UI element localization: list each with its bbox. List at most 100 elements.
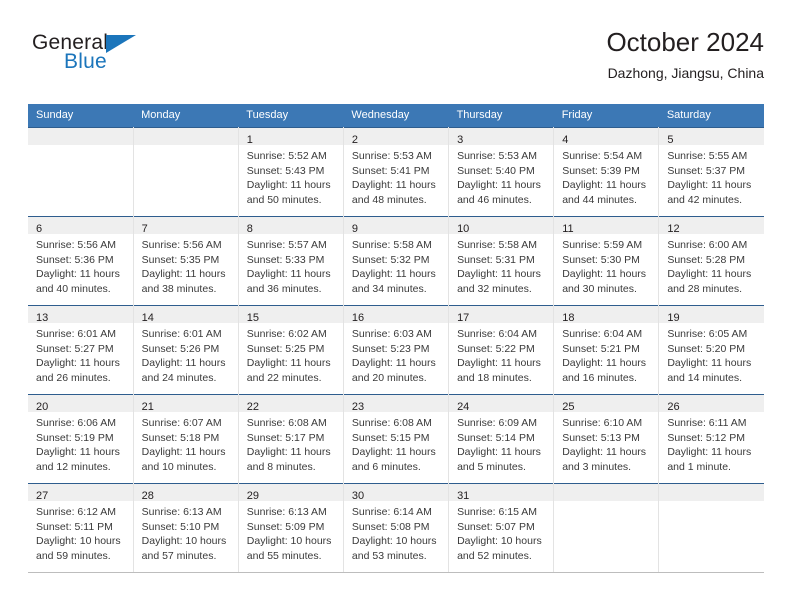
day-number: 28 (141, 490, 154, 502)
sunset-text: Sunset: 5:40 PM (457, 164, 535, 177)
sunset-text: Sunset: 5:07 PM (457, 520, 535, 533)
day-number: 5 (667, 134, 674, 146)
calendar-day-cell[interactable]: 25 Sunrise: 6:10 AM Sunset: 5:13 PM Dayligh… (553, 394, 660, 484)
sunrise-text: Sunrise: 5:53 AM (457, 150, 538, 162)
calendar-day-cell[interactable]: 7 Sunrise: 5:56 AM Sunset: 5:35 PM Daylight… (133, 216, 239, 306)
daylight-text-line1: Daylight: 11 hours (36, 268, 120, 281)
calendar-day-cell[interactable]: 3 Sunrise: 5:53 AM Sunset: 5:40 PM Daylight… (448, 127, 555, 217)
daylight-text-line1: Daylight: 10 hours (36, 535, 121, 548)
daylight-text-line1: Daylight: 11 hours (457, 446, 541, 459)
calendar-page: General Blue October 2024 Dazhong, Jiang… (0, 0, 792, 612)
day-number: 18 (562, 312, 575, 324)
sunrise-text: Sunrise: 6:05 AM (667, 328, 748, 340)
sunset-text: Sunset: 5:14 PM (457, 431, 535, 444)
sunset-text: Sunset: 5:30 PM (562, 253, 640, 266)
calendar-day-cell[interactable]: 22 Sunrise: 6:08 AM Sunset: 5:17 PM Dayligh… (238, 394, 344, 484)
calendar-day-cell[interactable]: 18 Sunrise: 6:04 AM Sunset: 5:21 PM Dayligh… (553, 305, 660, 395)
calendar-day-cell[interactable]: 12 Sunrise: 6:00 AM Sunset: 5:28 PM Dayligh… (658, 216, 764, 306)
calendar-day-cell[interactable]: 4 Sunrise: 5:54 AM Sunset: 5:39 PM Daylight… (553, 127, 660, 217)
sunrise-text: Sunrise: 6:12 AM (36, 506, 116, 518)
sunset-text: Sunset: 5:23 PM (351, 342, 430, 355)
day-number-band: 13 (28, 306, 133, 324)
calendar-day-cell[interactable]: 13 Sunrise: 6:01 AM Sunset: 5:27 PM Dayligh… (28, 305, 134, 395)
day-number: 22 (246, 401, 260, 413)
calendar-day-cell[interactable]: 10 Sunrise: 5:58 AM Sunset: 5:31 PM Dayligh… (448, 216, 555, 306)
sunset-text: Sunset: 5:33 PM (246, 253, 325, 266)
calendar-day-cell[interactable]: 17 Sunrise: 6:04 AM Sunset: 5:22 PM Dayligh… (448, 305, 555, 395)
sunrise-text: Sunrise: 6:04 AM (457, 328, 538, 340)
daylight-text-line2: and 50 minutes. (246, 194, 322, 207)
day-number-band (133, 128, 238, 145)
daylight-text-line1: Daylight: 11 hours (141, 357, 226, 370)
sunset-text: Sunset: 5:41 PM (351, 164, 430, 177)
day-number-band: 28 (133, 484, 238, 502)
daylight-text-line1: Daylight: 11 hours (667, 357, 752, 370)
calendar-day-cell[interactable]: 24 Sunrise: 6:09 AM Sunset: 5:14 PM Dayligh… (448, 394, 555, 484)
day-detail-block: Sunrise: 5:58 AM Sunset: 5:31 PM Daylight:… (449, 234, 553, 297)
day-number-band: 15 (238, 306, 343, 324)
calendar-day-cell[interactable]: 14 Sunrise: 6:01 AM Sunset: 5:26 PM Dayligh… (133, 305, 239, 395)
day-number-band (28, 128, 133, 145)
day-detail-block: Sunrise: 5:55 AM Sunset: 5:37 PM Daylight:… (659, 145, 764, 208)
daylight-text-line1: Daylight: 10 hours (457, 535, 542, 548)
sunrise-text: Sunrise: 6:01 AM (36, 328, 116, 340)
daylight-text-line1: Daylight: 11 hours (141, 446, 226, 459)
calendar-day-cell[interactable]: 15 Sunrise: 6:02 AM Sunset: 5:25 PM Dayligh… (238, 305, 344, 395)
daylight-text-line2: and 3 minutes. (562, 461, 632, 474)
sunrise-text: Sunrise: 5:53 AM (351, 150, 432, 162)
daylight-text-line1: Daylight: 11 hours (562, 268, 647, 281)
weekday-header-saturday: Saturday (658, 104, 764, 128)
day-number: 15 (246, 312, 260, 324)
sunrise-text: Sunrise: 6:08 AM (351, 417, 432, 429)
daylight-text-line1: Daylight: 10 hours (141, 535, 227, 548)
calendar-day-cell[interactable]: 8 Sunrise: 5:57 AM Sunset: 5:33 PM Daylight… (238, 216, 344, 306)
day-detail-block: Sunrise: 5:54 AM Sunset: 5:39 PM Daylight:… (554, 145, 658, 208)
daylight-text-line2: and 12 minutes. (36, 461, 111, 474)
sunset-text: Sunset: 5:25 PM (246, 342, 325, 355)
calendar-day-cell[interactable]: 5 Sunrise: 5:55 AM Sunset: 5:37 PM Daylight… (658, 127, 764, 217)
calendar-day-cell[interactable]: 9 Sunrise: 5:58 AM Sunset: 5:32 PM Daylight… (343, 216, 450, 306)
calendar-day-cell[interactable]: 6 Sunrise: 5:56 AM Sunset: 5:36 PM Daylight… (28, 216, 134, 306)
calendar-day-cell[interactable]: 27 Sunrise: 6:12 AM Sunset: 5:11 PM Dayligh… (28, 483, 134, 573)
sunset-text: Sunset: 5:09 PM (246, 520, 325, 533)
calendar-day-cell-empty (28, 127, 134, 217)
daylight-text-line2: and 18 minutes. (457, 372, 532, 385)
calendar-day-cell[interactable]: 19 Sunrise: 6:05 AM Sunset: 5:20 PM Dayligh… (658, 305, 764, 395)
calendar-day-cell[interactable]: 23 Sunrise: 6:08 AM Sunset: 5:15 PM Dayligh… (343, 394, 450, 484)
calendar-day-cell[interactable]: 30 Sunrise: 6:14 AM Sunset: 5:08 PM Dayligh… (343, 483, 450, 573)
sunset-text: Sunset: 5:15 PM (351, 431, 430, 444)
sunrise-text: Sunrise: 6:02 AM (246, 328, 327, 340)
sunset-text: Sunset: 5:39 PM (562, 164, 640, 177)
sunrise-text: Sunrise: 6:13 AM (246, 506, 327, 518)
calendar-day-cell[interactable]: 2 Sunrise: 5:53 AM Sunset: 5:41 PM Daylight… (343, 127, 450, 217)
day-number-band: 29 (238, 484, 343, 502)
calendar-day-cell[interactable]: 31 Sunrise: 6:15 AM Sunset: 5:07 PM Dayligh… (448, 483, 555, 573)
day-detail-block: Sunrise: 5:53 AM Sunset: 5:40 PM Daylight:… (449, 145, 553, 208)
weekday-header-tuesday: Tuesday (238, 104, 344, 128)
calendar-day-cell[interactable]: 21 Sunrise: 6:07 AM Sunset: 5:18 PM Dayligh… (133, 394, 239, 484)
sunrise-text: Sunrise: 5:56 AM (141, 239, 222, 251)
day-number-band: 31 (449, 484, 554, 502)
sunrise-text: Sunrise: 6:10 AM (562, 417, 643, 429)
calendar-day-cell[interactable]: 26 Sunrise: 6:11 AM Sunset: 5:12 PM Dayligh… (658, 394, 764, 484)
daylight-text-line2: and 32 minutes. (457, 283, 532, 296)
calendar-day-cell[interactable]: 11 Sunrise: 5:59 AM Sunset: 5:30 PM Dayligh… (553, 216, 660, 306)
day-number-band: 20 (28, 395, 133, 413)
daylight-text-line2: and 24 minutes. (141, 372, 217, 385)
calendar-day-cell[interactable]: 1 Sunrise: 5:52 AM Sunset: 5:43 PM Daylight… (238, 127, 344, 217)
daylight-text-line2: and 6 minutes. (351, 461, 421, 474)
day-detail-block: Sunrise: 6:14 AM Sunset: 5:08 PM Daylight:… (344, 501, 448, 564)
day-detail-block: Sunrise: 6:13 AM Sunset: 5:10 PM Daylight:… (134, 501, 238, 564)
generalblue-logo[interactable]: General Blue (32, 32, 232, 88)
calendar-day-cell[interactable]: 16 Sunrise: 6:03 AM Sunset: 5:23 PM Dayligh… (343, 305, 450, 395)
day-number: 1 (246, 134, 253, 146)
day-number: 20 (36, 401, 49, 413)
calendar-day-cell[interactable]: 28 Sunrise: 6:13 AM Sunset: 5:10 PM Dayligh… (133, 483, 239, 573)
day-number-band: 22 (238, 395, 343, 413)
daylight-text-line2: and 34 minutes. (351, 283, 427, 296)
daylight-text-line2: and 26 minutes. (36, 372, 111, 385)
day-detail-block: Sunrise: 5:52 AM Sunset: 5:43 PM Daylight:… (239, 145, 343, 208)
calendar-day-cell[interactable]: 20 Sunrise: 6:06 AM Sunset: 5:19 PM Dayligh… (28, 394, 134, 484)
calendar-day-cell[interactable]: 29 Sunrise: 6:13 AM Sunset: 5:09 PM Dayligh… (238, 483, 344, 573)
day-number: 14 (141, 312, 154, 324)
